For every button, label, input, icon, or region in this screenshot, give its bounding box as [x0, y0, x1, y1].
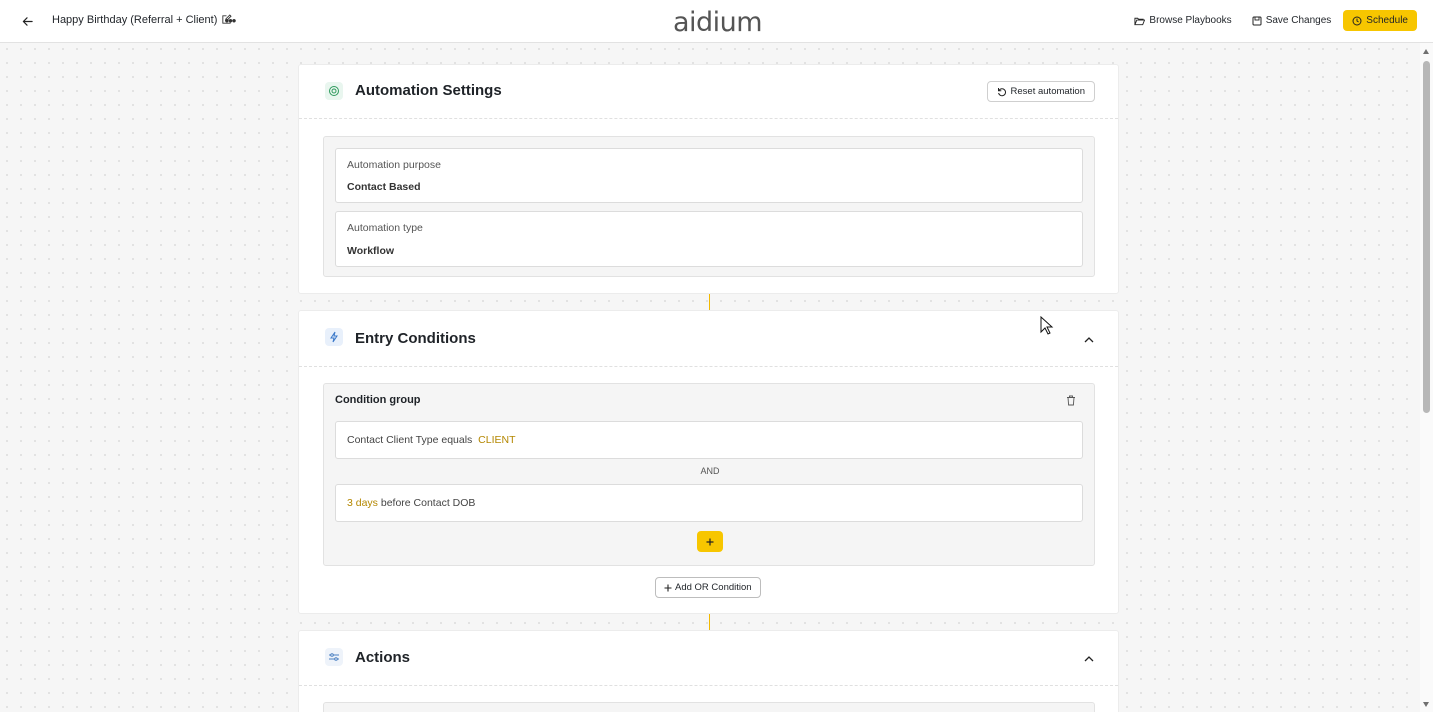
- automation-settings-header: Automation Settings Reset automation: [299, 65, 1118, 119]
- actions-panel: [323, 702, 1095, 712]
- browse-playbooks-label: Browse Playbooks: [1149, 15, 1232, 26]
- actions-title: Actions: [355, 649, 411, 666]
- condition-row[interactable]: 3 days before Contact DOB: [335, 484, 1083, 522]
- page-scrollbar[interactable]: [1420, 43, 1433, 712]
- add-condition-button[interactable]: [697, 531, 723, 552]
- more-horizontal-icon: •••: [224, 12, 237, 28]
- chevron-up-icon: [1084, 655, 1094, 661]
- add-or-condition-button[interactable]: Add OR Condition: [655, 577, 761, 598]
- condition-group-panel: Condition group Contact Client Type equa…: [323, 383, 1095, 566]
- add-or-condition-label: Add OR Condition: [675, 582, 752, 593]
- save-changes-button[interactable]: Save Changes: [1242, 11, 1342, 30]
- condition-value: CLIENT: [478, 434, 516, 446]
- entry-conditions-header: Entry Conditions: [299, 311, 1118, 367]
- scroll-thumb[interactable]: [1423, 61, 1430, 413]
- browse-playbooks-button[interactable]: Browse Playbooks: [1124, 11, 1241, 30]
- reset-automation-label: Reset automation: [1010, 86, 1085, 97]
- logo: aidium: [673, 7, 763, 38]
- automation-settings-title: Automation Settings: [355, 82, 502, 99]
- condition-text: Contact Client Type equals: [347, 434, 473, 446]
- settings-card-icon: [325, 82, 343, 100]
- arrow-left-icon: [22, 16, 33, 26]
- settings-target-icon: [329, 86, 339, 96]
- save-icon: [1252, 16, 1262, 25]
- scroll-down-arrow[interactable]: [1423, 702, 1429, 707]
- automation-title-text: Happy Birthday (Referral + Client): [52, 14, 218, 26]
- automation-type-label: Automation type: [347, 222, 423, 234]
- mouse-cursor-icon: [1040, 316, 1054, 335]
- reset-automation-button[interactable]: Reset automation: [986, 81, 1095, 102]
- folder-open-icon: [1134, 17, 1146, 25]
- collapse-entry-button[interactable]: [1082, 332, 1096, 346]
- actions-card-icon: [325, 648, 343, 666]
- automation-purpose-value: Contact Based: [347, 181, 421, 193]
- flow-connector: [709, 294, 710, 310]
- automation-title: Happy Birthday (Referral + Client): [52, 14, 233, 26]
- actions-header: Actions: [299, 631, 1118, 686]
- flow-connector: [709, 614, 710, 630]
- clock-icon: [1352, 16, 1362, 25]
- schedule-label: Schedule: [1366, 15, 1408, 26]
- trash-icon: [1067, 395, 1075, 405]
- condition-row[interactable]: Contact Client Type equals CLIENT: [335, 421, 1083, 459]
- automation-type-value: Workflow: [347, 245, 395, 257]
- automation-purpose-label: Automation purpose: [347, 159, 441, 171]
- condition-text: before Contact DOB: [380, 497, 476, 509]
- plus-icon: [706, 538, 714, 545]
- top-bar: Happy Birthday (Referral + Client) ••• a…: [0, 0, 1433, 43]
- lightning-icon: [330, 331, 338, 343]
- automation-purpose-field[interactable]: Automation purpose Contact Based: [335, 148, 1083, 203]
- condition-value: 3 days: [347, 497, 378, 509]
- top-actions: Browse Playbooks Save Changes Schedule: [1124, 10, 1417, 31]
- collapse-actions-button[interactable]: [1082, 651, 1096, 665]
- condition-group-title: Condition group: [335, 394, 421, 406]
- entry-conditions-title: Entry Conditions: [355, 330, 476, 347]
- schedule-button[interactable]: Schedule: [1343, 10, 1417, 31]
- entry-card-icon: [325, 328, 343, 346]
- sliders-icon: [329, 653, 339, 661]
- automation-type-field[interactable]: Automation type Workflow: [335, 211, 1083, 267]
- scroll-up-arrow[interactable]: [1423, 49, 1429, 54]
- back-button[interactable]: [18, 12, 36, 30]
- settings-panel: Automation purpose Contact Based Automat…: [323, 136, 1095, 277]
- actions-card: Actions: [298, 630, 1119, 712]
- more-options-button[interactable]: •••: [222, 12, 238, 28]
- and-separator: AND: [700, 466, 720, 476]
- delete-group-button[interactable]: [1064, 393, 1078, 407]
- chevron-up-icon: [1084, 336, 1094, 342]
- automation-settings-card: Automation Settings Reset automation Aut…: [298, 64, 1119, 294]
- plus-icon: [664, 584, 672, 591]
- rotate-ccw-icon: [997, 87, 1006, 96]
- entry-conditions-card: Entry Conditions Condition group Contact…: [298, 310, 1119, 614]
- save-changes-label: Save Changes: [1265, 15, 1332, 26]
